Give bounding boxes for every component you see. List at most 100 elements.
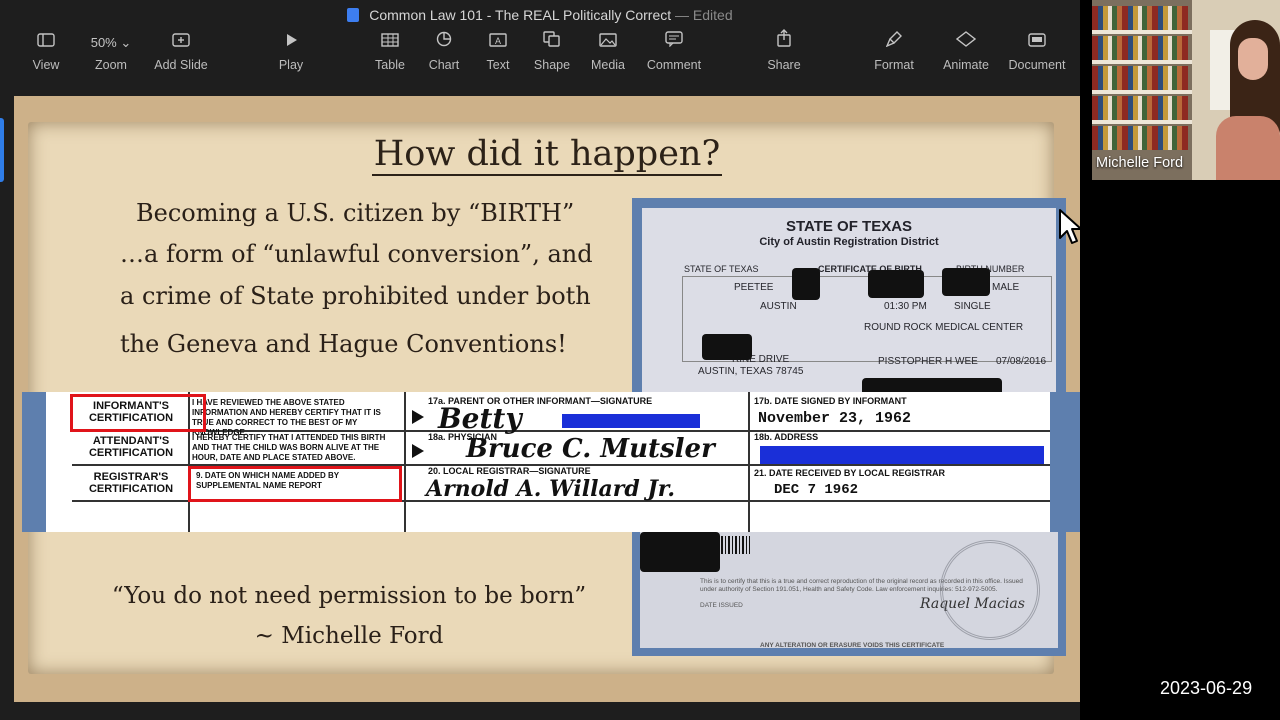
zoom-value: 50% ⌄: [90, 35, 132, 50]
address-label: 18b. ADDRESS: [754, 432, 819, 442]
cert-plurality: SINGLE: [954, 301, 991, 312]
chart-label: Chart: [428, 58, 460, 72]
informant-statement: I HAVE REVIEWED THE ABOVE STATED INFORMA…: [192, 398, 381, 437]
cert-header-left: STATE OF TEXAS: [684, 264, 759, 274]
recording-timestamp: 2023-06-29: [1160, 678, 1253, 698]
slide-navigator-indicator[interactable]: [0, 118, 4, 182]
text-box-icon: A: [480, 28, 516, 56]
bookshelf: [1092, 120, 1192, 124]
cert-certified-date: 07/08/2016: [996, 356, 1047, 367]
edited-indicator: — Edited: [675, 7, 733, 23]
table-label: Table: [375, 58, 405, 72]
title-bar: Common Law 101 - The REAL Politically Co…: [0, 0, 1080, 30]
bookshelf: [1092, 30, 1192, 34]
view-button[interactable]: View: [24, 28, 68, 80]
participant-video[interactable]: Michelle Ford: [1092, 0, 1280, 180]
paintbrush-icon: [870, 28, 918, 56]
certificate-signature-strip[interactable]: INFORMANT'S CERTIFICATION ATTENDANT'S CE…: [22, 392, 1080, 532]
svg-text:A: A: [495, 36, 501, 46]
share-icon: [764, 28, 804, 56]
text-button[interactable]: A Text: [480, 28, 516, 80]
zoom-menu[interactable]: 50% ⌄ Zoom: [82, 28, 140, 80]
media-icon: [586, 28, 630, 56]
play-icon: [272, 28, 310, 56]
body-line-2[interactable]: …a form of “unlawful conversion”, and: [120, 240, 593, 268]
blue-redaction-bar: [562, 414, 700, 428]
cert-place-city: AUSTIN: [760, 301, 797, 312]
text-label: Text: [486, 58, 510, 72]
shape-label: Shape: [533, 58, 571, 72]
bookshelf: [1092, 90, 1192, 94]
table-button[interactable]: Table: [370, 28, 410, 80]
certificate-state: STATE OF TEXAS: [785, 218, 913, 235]
strip-divider: [748, 392, 750, 532]
quote-text: “You do not need permission to be born”: [111, 583, 587, 609]
alteration-warning: ANY ALTERATION OR ERASURE VOIDS THIS CER…: [760, 642, 945, 649]
red-highlight-box: [70, 394, 206, 432]
redaction-mark: [792, 268, 820, 300]
certificate-city: City of Austin Registration District: [759, 236, 939, 248]
bookshelf: [1092, 126, 1188, 150]
bookshelf: [1092, 6, 1188, 30]
zoom-label: Zoom: [95, 58, 127, 72]
participant-body: [1216, 116, 1280, 180]
media-label: Media: [590, 58, 626, 72]
quote-author: ~ Michelle Ford: [254, 623, 444, 649]
cert-facility: ROUND ROCK MEDICAL CENTER: [864, 322, 1024, 333]
keynote-document-icon: [347, 8, 360, 22]
strip-divider: [404, 392, 406, 532]
body-line-3[interactable]: a crime of State prohibited under both: [120, 282, 591, 310]
chart-button[interactable]: Chart: [424, 28, 464, 80]
keynote-window: Common Law 101 - The REAL Politically Co…: [0, 0, 1080, 720]
play-button[interactable]: Play: [272, 28, 310, 80]
participant-name: Michelle Ford: [1096, 155, 1184, 171]
add-slide-icon: [148, 28, 214, 56]
arrow-marker-icon: [412, 410, 424, 424]
attendant-statement: I HEREBY CERTIFY THAT I ATTENDED THIS BI…: [192, 433, 386, 462]
quote-block[interactable]: “You do not need permission to be born” …: [104, 576, 594, 656]
registrar-certification-label: REGISTRAR'S CERTIFICATION: [88, 471, 174, 495]
chevron-down-icon: ⌄: [120, 35, 132, 50]
body-line-1[interactable]: Becoming a U.S. citizen by “BIRTH”: [136, 199, 574, 227]
physician-signature: Bruce C. Mutsler: [466, 434, 715, 464]
comment-button[interactable]: Comment: [642, 28, 706, 80]
add-slide-label: Add Slide: [154, 58, 208, 72]
cert-child-name: PEETEE: [734, 282, 774, 293]
document-button[interactable]: Document: [1004, 28, 1070, 80]
date-received-value: DEC 7 1962: [774, 482, 859, 498]
format-button[interactable]: Format: [870, 28, 918, 80]
slide-canvas[interactable]: How did it happen? Becoming a U.S. citiz…: [14, 96, 1080, 702]
certificate-footer-image[interactable]: This is to certify that this is a true a…: [632, 532, 1066, 656]
shape-button[interactable]: Shape: [530, 28, 574, 80]
document-icon: [1004, 28, 1070, 56]
attendant-certification-label: ATTENDANT'S CERTIFICATION: [88, 435, 174, 459]
chart-icon: [424, 28, 464, 56]
date-received-label: 21. DATE RECEIVED BY LOCAL REGISTRAR: [754, 468, 946, 478]
table-icon: [370, 28, 410, 56]
informant-signature: Betty: [438, 402, 522, 435]
cert-birth-time: 01:30 PM: [884, 301, 927, 312]
document-label: Document: [1008, 58, 1066, 72]
media-button[interactable]: Media: [586, 28, 630, 80]
redaction-mark: [942, 268, 990, 296]
play-label: Play: [278, 58, 304, 72]
window-title: Common Law 101 - The REAL Politically Co…: [369, 7, 672, 23]
comment-icon: [642, 28, 706, 56]
animate-diamond-icon: [938, 28, 994, 56]
cert-address-line2: AUSTIN, TEXAS 78745: [698, 366, 804, 377]
field-20-label: 20. LOCAL REGISTRAR—SIGNATURE: [428, 466, 591, 476]
body-line-4[interactable]: the Geneva and Hague Conventions!: [120, 330, 567, 358]
animate-button[interactable]: Animate: [938, 28, 994, 80]
blue-redaction-bar: [760, 446, 1044, 464]
cert-sex: MALE: [992, 282, 1020, 293]
bookshelf: [1092, 60, 1192, 64]
comment-label: Comment: [646, 58, 702, 72]
birth-certificate-image[interactable]: STATE OF TEXAS City of Austin Registrati…: [632, 198, 1066, 400]
slide-title[interactable]: How did it happen?: [14, 134, 1080, 176]
share-label: Share: [767, 58, 801, 72]
participant-face: [1238, 38, 1268, 80]
share-button[interactable]: Share: [764, 28, 804, 80]
format-label: Format: [874, 58, 914, 72]
sidebar-view-icon: [24, 28, 68, 56]
add-slide-button[interactable]: Add Slide: [148, 28, 214, 80]
